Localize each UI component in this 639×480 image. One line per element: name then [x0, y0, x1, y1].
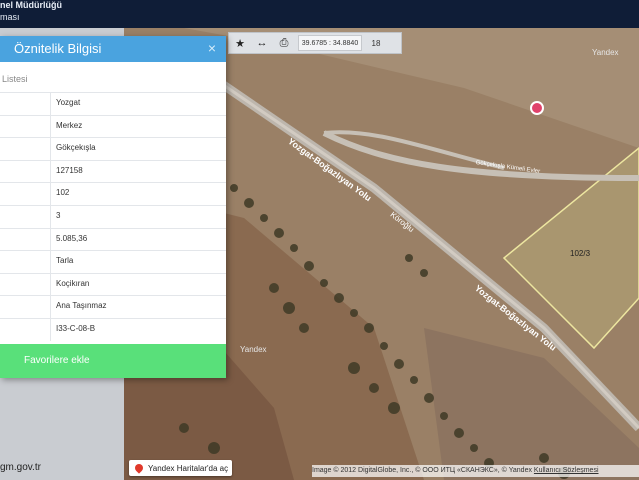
zoom-level: 18: [371, 38, 381, 48]
table-row: 127158: [0, 159, 226, 183]
table-row: 3: [0, 204, 226, 228]
table-row: 102: [0, 182, 226, 205]
table-row: Yozgat: [0, 92, 226, 115]
table-row: Merkez: [0, 114, 226, 138]
row-value: Ana Taşınmaz: [56, 301, 107, 311]
row-value: 5.085,36: [56, 233, 88, 243]
table-row: 5.085,36: [0, 227, 226, 251]
list-title: Listesi: [2, 74, 28, 84]
row-value: Tarla: [56, 256, 74, 266]
attribute-table: Yozgat Merkez Gökçekışla 127158 102 3 5.…: [0, 92, 226, 341]
table-row: Tarla: [0, 250, 226, 273]
table-row: Gökçekışla: [0, 137, 226, 160]
row-value: Gökçekışla: [56, 143, 96, 153]
attribute-info-panel: Öznitelik Bilgisi × Listesi Yozgat Merke…: [0, 36, 226, 378]
row-value: Koçikıran: [56, 278, 90, 288]
table-row: Ana Taşınmaz: [0, 295, 226, 318]
coordinate-display: 39.6785 : 34.8840: [298, 35, 362, 51]
copyright-text: Image © 2012 DigitalGlobe, Inc., © ООО И…: [312, 467, 532, 474]
yandex-watermark: Yandex: [592, 48, 619, 57]
top-header: nel Müdürlüğü ması: [0, 0, 639, 28]
parcel-label: 102/3: [570, 249, 591, 258]
panel-title: Öznitelik Bilgisi: [14, 41, 102, 56]
yandex-watermark-2: Yandex: [240, 345, 267, 354]
row-value: Yozgat: [56, 98, 81, 107]
table-row: I33-C-08-B: [0, 317, 226, 341]
map-toolbar: ★ ↔ ⎙ 39.6785 : 34.8840 18: [228, 32, 402, 54]
row-value: I33-C-08-B: [56, 323, 96, 333]
close-icon[interactable]: ×: [208, 40, 216, 56]
row-value: 102: [56, 188, 70, 198]
header-title: nel Müdürlüğü: [0, 0, 62, 10]
star-icon[interactable]: ★: [229, 33, 251, 53]
open-in-yandex-button[interactable]: Yandex Haritalar'da aç: [129, 460, 232, 476]
map-marker-icon[interactable]: [530, 101, 544, 115]
header-subtitle: ması: [0, 12, 20, 22]
add-to-favorites-button[interactable]: Favorilere ekle: [0, 344, 226, 378]
row-value: 3: [56, 210, 61, 220]
table-row: Koçikıran: [0, 272, 226, 296]
site-url[interactable]: gm.gov.tr: [0, 462, 41, 473]
map-copyright: Image © 2012 DigitalGlobe, Inc., © ООО И…: [312, 465, 639, 477]
row-value: 127158: [56, 165, 83, 175]
panel-header: Öznitelik Bilgisi ×: [0, 36, 226, 62]
open-in-yandex-label: Yandex Haritalar'da aç: [148, 463, 229, 473]
map-pin-icon: [133, 462, 145, 474]
terms-link[interactable]: Kullanıcı Sözleşmesi: [534, 467, 599, 474]
row-value: Merkez: [56, 120, 83, 130]
print-icon[interactable]: ⎙: [273, 33, 295, 53]
measure-icon[interactable]: ↔: [251, 33, 273, 53]
